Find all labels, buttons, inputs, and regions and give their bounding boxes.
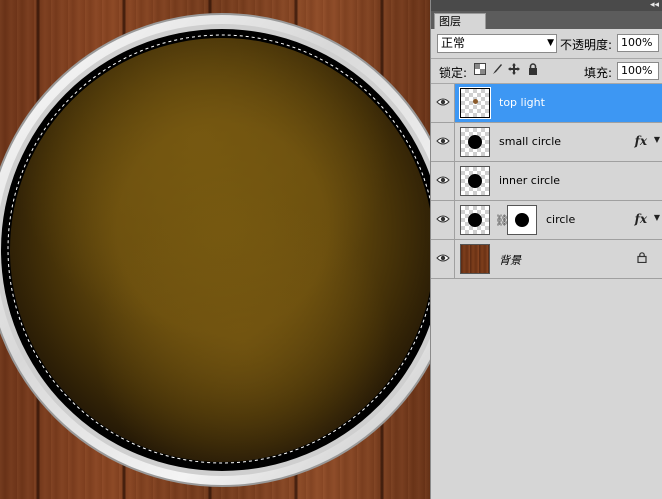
eye-icon	[436, 98, 450, 106]
layer-row-background[interactable]: 背景	[431, 240, 662, 279]
document-canvas[interactable]	[0, 0, 430, 499]
eye-icon	[436, 176, 450, 184]
layer-row-top-light[interactable]: top light	[431, 84, 662, 123]
eye-icon	[436, 254, 450, 262]
layer-row-circle[interactable]: ⛓ circle fx ▼	[431, 201, 662, 240]
visibility-toggle[interactable]	[431, 162, 455, 200]
fx-icon[interactable]: fx	[635, 134, 647, 148]
layer-row-small-circle[interactable]: small circle fx ▼	[431, 123, 662, 162]
layer-name: 背景	[499, 254, 521, 267]
panel-tabbar: 图层	[431, 11, 662, 29]
layers-panel: ◂◂ 图层 正常 ▼ 不透明度: 100% 锁定: 填充: 100% top l…	[430, 0, 662, 499]
fill-field[interactable]: 100%	[617, 62, 659, 80]
canvas-artwork	[0, 13, 430, 487]
layer-name: circle	[546, 213, 576, 226]
expand-effects-icon[interactable]: ▼	[654, 135, 660, 144]
fx-icon[interactable]: fx	[635, 212, 647, 226]
layer-thumbnail	[460, 127, 490, 157]
layer-thumbnail	[460, 244, 490, 274]
layer-name: small circle	[499, 135, 562, 148]
blend-mode-select[interactable]: 正常 ▼	[437, 34, 557, 53]
layer-mask-thumbnail[interactable]	[507, 205, 537, 235]
visibility-toggle[interactable]	[431, 240, 455, 278]
lock-icon	[637, 252, 647, 263]
opacity-label: 不透明度:	[560, 38, 613, 52]
lock-all-icon[interactable]	[527, 63, 539, 75]
layer-thumbnail	[460, 166, 490, 196]
plate-glow-bottom	[10, 38, 430, 462]
lock-position-icon[interactable]	[508, 63, 520, 75]
visibility-toggle[interactable]	[431, 84, 455, 122]
layer-thumbnail	[459, 87, 491, 119]
visibility-toggle[interactable]	[431, 201, 455, 239]
eye-icon	[436, 215, 450, 223]
fill-label: 填充:	[584, 66, 613, 80]
divider	[431, 58, 662, 59]
collapse-icon[interactable]: ◂◂	[650, 0, 659, 11]
layer-row-inner-circle[interactable]: inner circle	[431, 162, 662, 201]
tab-layers[interactable]: 图层	[434, 13, 486, 29]
lock-transparent-pixels-icon[interactable]	[474, 63, 486, 75]
opacity-field[interactable]: 100%	[617, 34, 659, 52]
expand-effects-icon[interactable]: ▼	[654, 213, 660, 222]
panel-title-strip: ◂◂	[431, 0, 662, 11]
chevron-down-icon: ▼	[547, 38, 554, 48]
layer-name: inner circle	[499, 174, 561, 187]
layer-thumbnail	[460, 205, 490, 235]
visibility-toggle[interactable]	[431, 123, 455, 161]
lock-label: 锁定:	[439, 66, 468, 80]
lock-image-pixels-icon[interactable]	[491, 63, 503, 75]
blend-mode-value: 正常	[441, 36, 466, 50]
layer-name: top light	[499, 96, 545, 109]
eye-icon	[436, 137, 450, 145]
